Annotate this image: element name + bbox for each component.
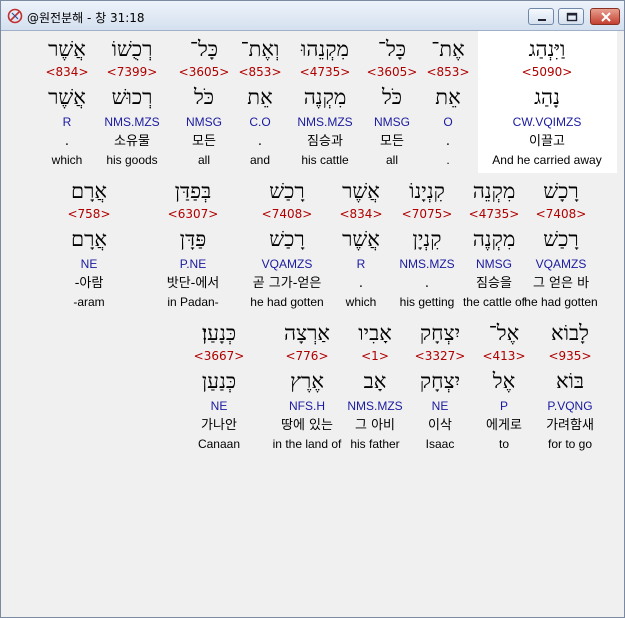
strong-number[interactable]: <3667> [143, 349, 295, 364]
morphology-code: NE [80, 257, 98, 271]
app-icon [7, 8, 23, 24]
window-title: @원전분해 - 창 31:18 [27, 11, 145, 25]
maximize-icon [566, 12, 578, 22]
english-gloss: -aram [73, 295, 105, 309]
strong-number[interactable]: <834> [0, 65, 143, 80]
korean-gloss: 가나안 [201, 418, 237, 433]
hebrew-lemma: אֲרָם [70, 227, 108, 251]
hebrew-word: כְּנָעַן׃ [201, 321, 237, 345]
title-bar[interactable]: @원전분해 - 창 31:18 [1, 1, 624, 31]
english-gloss: which [51, 153, 83, 167]
english-gloss: Canaan [197, 437, 241, 451]
app-window: @원전분해 - 창 31:18 וַיִּנְהַג <5090> נָהַג CW.… [0, 0, 625, 618]
korean-gloss: -아람 [74, 276, 104, 291]
morphology-code: R [62, 115, 72, 129]
korean-gloss: . [64, 134, 70, 149]
hebrew-lemma: אֲשֶׁר [48, 85, 86, 109]
hebrew-word: אֲשֶׁר [48, 37, 86, 61]
close-button[interactable] [590, 8, 620, 25]
hebrew-word: אֲרָם [70, 179, 108, 203]
minimize-button[interactable] [528, 8, 554, 25]
close-icon [601, 12, 611, 22]
interlinear-view[interactable]: וַיִּנְהַג <5090> נָהַג CW.VQIMZS 이끌고 And he … [7, 31, 619, 613]
word-column[interactable]: אֲרָם <758> אֲרָם NE -아람 -aram [53, 177, 125, 317]
hebrew-lemma: כְּנַעַן [201, 369, 237, 393]
minimize-icon [538, 19, 546, 21]
word-column[interactable]: בְּפַדַּן <6307> פַּדָּן P.NE 밧단-에서 in Padan- [157, 177, 229, 317]
word-column[interactable]: אֲשֶׁר <834> אֲשֶׁר R. which [31, 35, 103, 175]
morphology-code: NE [210, 399, 228, 413]
strong-number[interactable]: <758> [13, 207, 165, 222]
word-column[interactable]: כְּנָעַן׃ <3667> כְּנַעַן NE 가나안 Canaan [183, 319, 255, 459]
maximize-button[interactable] [558, 8, 584, 25]
